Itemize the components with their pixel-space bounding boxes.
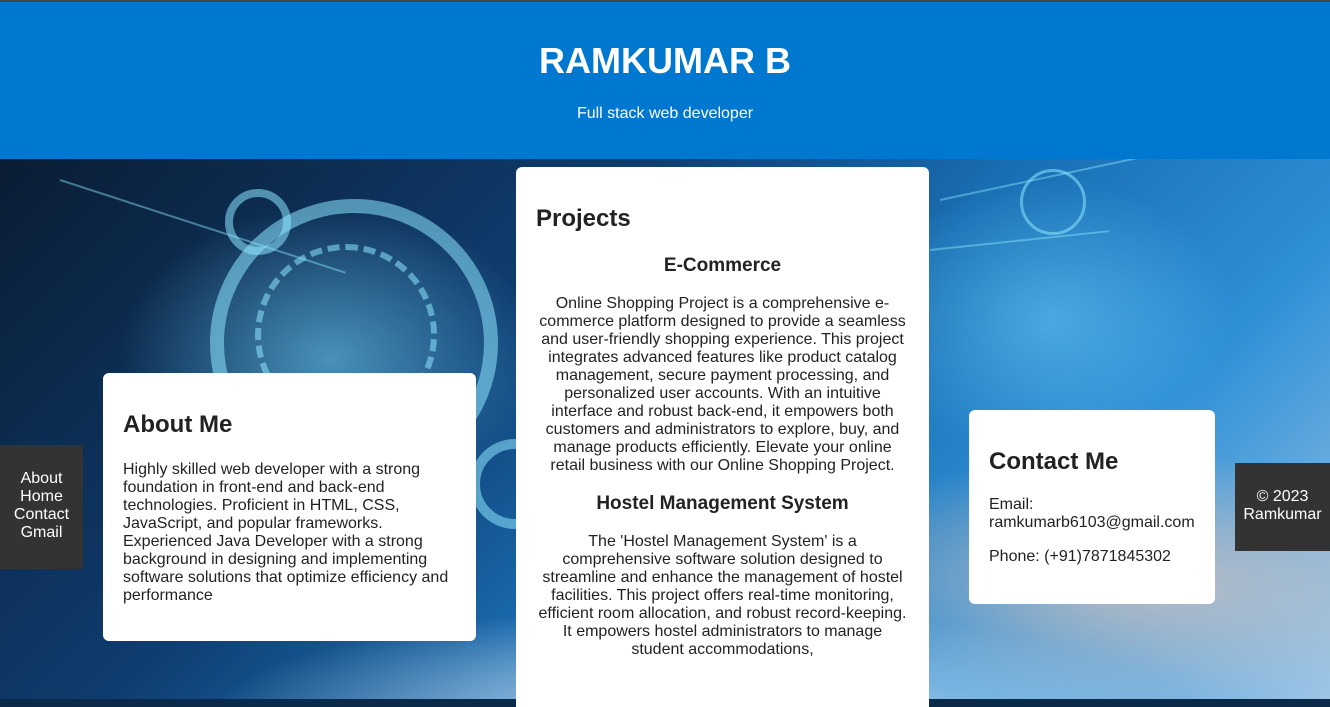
site-title: RAMKUMAR B	[539, 40, 791, 81]
nav-link-about[interactable]: About	[0, 470, 83, 488]
nav-link-gmail[interactable]: Gmail	[0, 524, 83, 542]
copyright-footer: © 2023 Ramkumar	[1235, 463, 1330, 551]
project-title-ecommerce: E-Commerce	[663, 255, 782, 276]
side-navigation: About Home Contact Gmail	[0, 445, 83, 569]
contact-phone: Phone: (+91)7871845302	[989, 548, 1171, 565]
contact-heading: Contact Me	[989, 448, 1119, 475]
site-tagline: Full stack web developer	[576, 105, 754, 122]
projects-card: Projects E-Commerce Online Shopping Proj…	[516, 167, 929, 707]
projects-heading: Projects	[536, 205, 631, 232]
about-text: Highly skilled web developer with a stro…	[123, 461, 449, 604]
copyright-text: © 2023 Ramkumar	[1243, 488, 1322, 523]
about-card: About Me Highly skilled web developer wi…	[103, 373, 476, 641]
contact-card: Contact Me Email: ramkumarb6103@gmail.co…	[969, 410, 1215, 604]
about-heading: About Me	[123, 411, 233, 438]
project-title-hostel: Hostel Management System	[596, 493, 849, 514]
contact-email[interactable]: Email: ramkumarb6103@gmail.com	[989, 496, 1195, 532]
tech-line-decoration	[929, 230, 1110, 251]
nav-link-contact[interactable]: Contact	[0, 506, 83, 524]
project-description-ecommerce: Online Shopping Project is a comprehensi…	[539, 295, 906, 474]
site-header: RAMKUMAR B Full stack web developer	[0, 2, 1330, 159]
nav-link-home[interactable]: Home	[0, 488, 83, 506]
project-description-hostel: The 'Hostel Management System' is a comp…	[538, 533, 907, 658]
